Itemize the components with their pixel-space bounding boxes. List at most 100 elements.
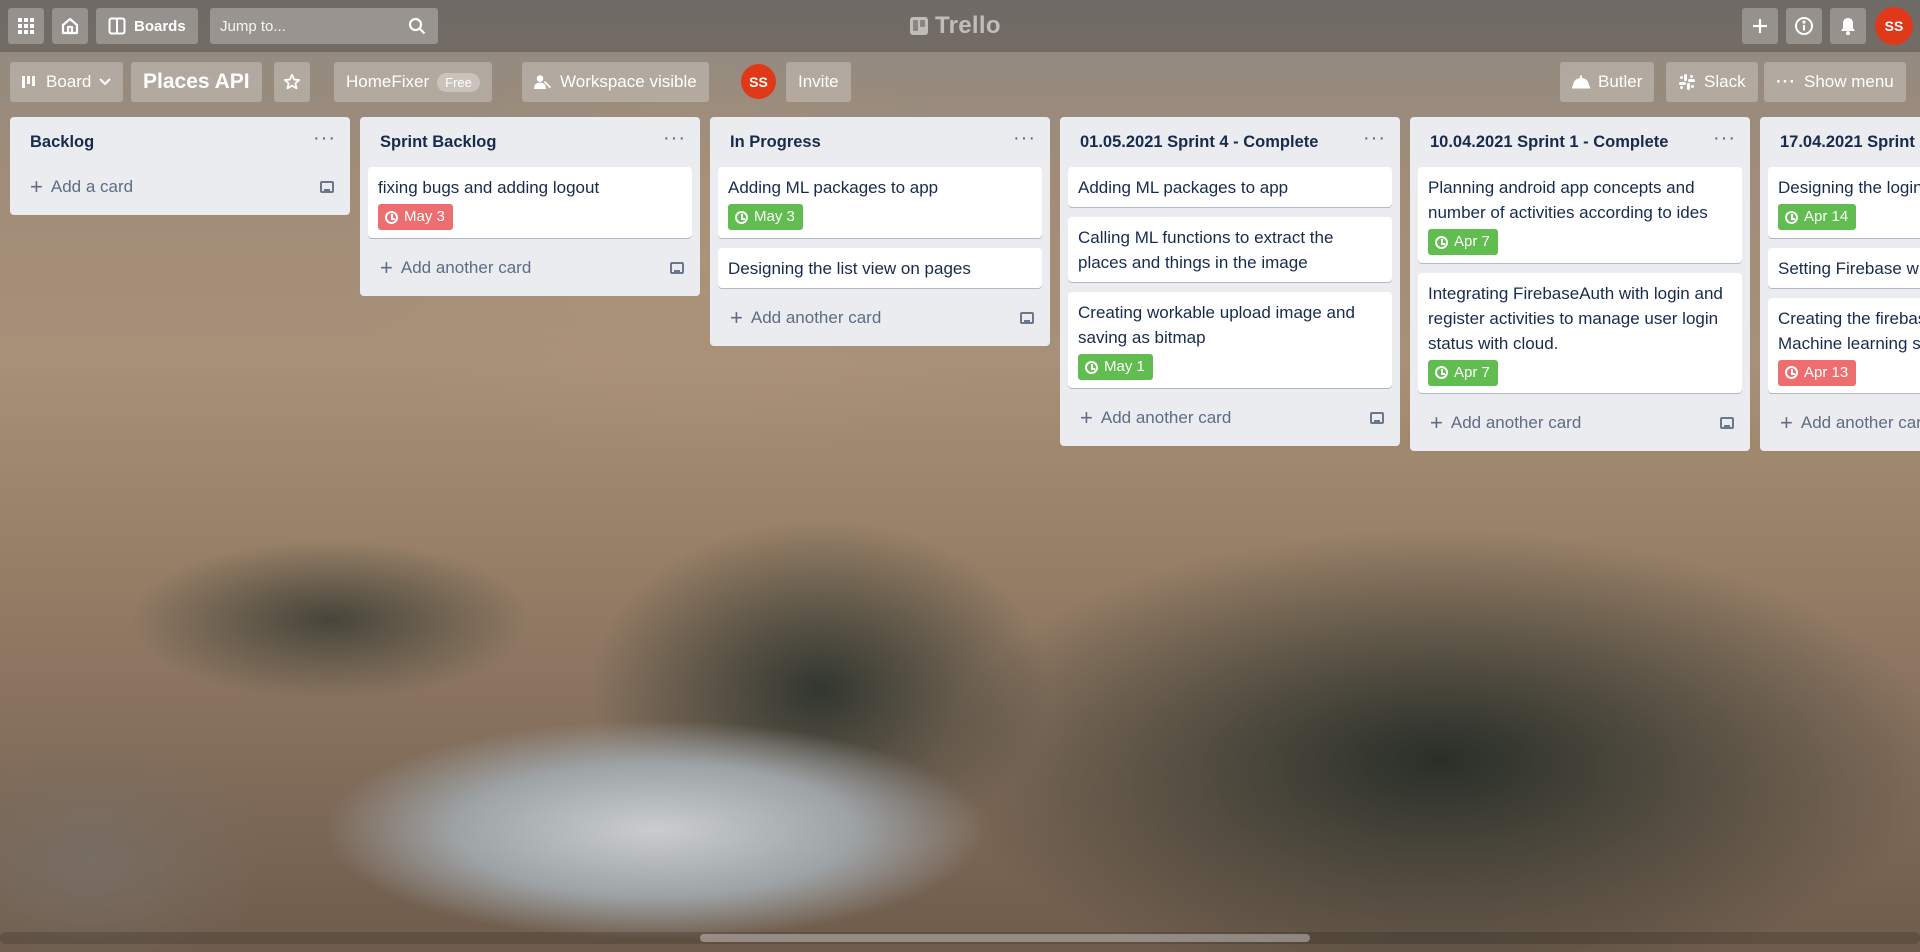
card[interactable]: Integrating FirebaseAuth with login and …: [1418, 272, 1742, 393]
butler-label: Butler: [1598, 72, 1643, 91]
plus-icon: +: [1430, 410, 1443, 435]
visibility-button[interactable]: Workspace visible: [522, 62, 709, 102]
list-menu-icon[interactable]: ···: [1013, 128, 1036, 151]
card[interactable]: fixing bugs and adding logout May 3: [368, 167, 692, 238]
add-card-button[interactable]: + Add another card: [1780, 412, 1920, 434]
card[interactable]: Setting Firebase w application: [1768, 247, 1920, 288]
list-title[interactable]: Backlog: [30, 133, 94, 152]
scrollbar-thumb[interactable]: [700, 934, 1310, 942]
list-header: 10.04.2021 Sprint 1 - Complete ···: [1418, 117, 1742, 167]
star-button[interactable]: [274, 62, 310, 102]
chevron-down-icon: [99, 78, 112, 86]
clock-icon: [735, 210, 748, 224]
card[interactable]: Creating the firebase activating the aut…: [1768, 297, 1920, 393]
due-date-label: May 3: [754, 208, 795, 225]
member-avatar[interactable]: SS: [741, 64, 776, 99]
search-box[interactable]: [210, 8, 438, 44]
home-button[interactable]: [52, 8, 88, 44]
list-sprint-2: 17.04.2021 Sprint 2 ··· Designing the lo…: [1760, 117, 1920, 451]
apps-menu-button[interactable]: [8, 8, 44, 44]
card-template-icon[interactable]: [670, 261, 684, 274]
card[interactable]: Adding ML packages to app: [1068, 167, 1392, 207]
info-button[interactable]: [1786, 8, 1822, 44]
due-date-badge[interactable]: Apr 14: [1778, 204, 1857, 230]
due-date-badge[interactable]: May 3: [378, 204, 453, 230]
slack-icon: [1679, 74, 1695, 90]
due-date-badge[interactable]: Apr 7: [1428, 229, 1498, 255]
card-template-icon[interactable]: [1370, 411, 1384, 424]
list-in-progress: In Progress ··· Adding ML packages to ap…: [710, 117, 1050, 346]
card-template-icon[interactable]: [1020, 311, 1034, 324]
card[interactable]: Adding ML packages to app May 3: [718, 167, 1042, 238]
workspace-button[interactable]: HomeFixer Free: [334, 62, 492, 102]
add-card-button[interactable]: + Add another card: [1080, 404, 1231, 430]
add-card-label: Add another card: [400, 257, 532, 277]
card-title: Creating the firebase activating the aut…: [1778, 308, 1920, 353]
card[interactable]: Creating workable upload image and savin…: [1068, 292, 1392, 388]
clock-icon: [1435, 366, 1448, 379]
list-title[interactable]: 17.04.2021 Sprint 2: [1780, 133, 1920, 152]
due-date-badge[interactable]: Apr 13: [1778, 359, 1857, 386]
card[interactable]: Calling ML functions to extract the plac…: [1068, 217, 1392, 282]
due-date-label: Apr 7: [1454, 363, 1490, 381]
board-title[interactable]: Places API: [131, 62, 262, 102]
list-menu-icon[interactable]: ···: [313, 128, 336, 151]
card[interactable]: Planning android app concepts and number…: [1418, 167, 1742, 263]
slack-button[interactable]: Slack: [1666, 62, 1758, 102]
clock-icon: [1085, 360, 1098, 374]
due-date-badge[interactable]: May 3: [728, 204, 803, 230]
card[interactable]: Designing the login Apr 14: [1768, 167, 1920, 238]
list-menu-icon[interactable]: ···: [1713, 128, 1736, 151]
search-input[interactable]: [210, 17, 410, 35]
due-date-label: Apr 13: [1804, 363, 1849, 381]
add-card-button[interactable]: + Add another card: [380, 256, 532, 278]
create-button[interactable]: [1742, 8, 1778, 44]
notifications-button[interactable]: [1830, 8, 1866, 44]
add-card-button[interactable]: + Add a card: [30, 176, 133, 198]
due-date-label: Apr 7: [1454, 233, 1490, 250]
list-sprint-4-complete: 01.05.2021 Sprint 4 - Complete ··· Addin…: [1060, 117, 1400, 446]
board-view-switcher[interactable]: Board: [10, 62, 124, 102]
board-view-label: Board: [46, 72, 92, 91]
list-title[interactable]: 01.05.2021 Sprint 4 - Complete: [1080, 133, 1318, 152]
list-title[interactable]: In Progress: [730, 133, 821, 152]
card[interactable]: Designing the list view on pages: [718, 247, 1042, 288]
list-menu-icon[interactable]: ···: [663, 128, 686, 151]
card-template-icon[interactable]: [320, 181, 334, 193]
add-card-label: Add another card: [1800, 413, 1920, 432]
boards-label: Boards: [134, 17, 186, 35]
invite-button[interactable]: Invite: [786, 62, 851, 102]
bell-icon: [1841, 18, 1855, 36]
list-title[interactable]: 10.04.2021 Sprint 1 - Complete: [1430, 133, 1668, 152]
grid-icon: [18, 18, 34, 34]
trello-logo[interactable]: Trello: [910, 12, 1001, 40]
show-menu-label: Show menu: [1803, 72, 1894, 91]
trello-logo-icon: [910, 17, 928, 35]
list-menu-icon[interactable]: ···: [1363, 128, 1386, 151]
card-title: Designing the login: [1778, 178, 1920, 197]
plus-icon: +: [730, 304, 743, 330]
workspace-name: HomeFixer: [346, 72, 430, 91]
add-card-row: + Add another card: [1068, 398, 1392, 438]
more-icon: ···: [1776, 72, 1796, 91]
user-avatar[interactable]: SS: [1875, 7, 1913, 45]
butler-button[interactable]: Butler: [1560, 62, 1655, 102]
show-menu-button[interactable]: ··· Show menu: [1764, 62, 1906, 102]
list-title[interactable]: Sprint Backlog: [380, 133, 496, 152]
plus-icon: +: [1080, 404, 1093, 430]
info-icon: [1795, 17, 1813, 35]
card-title: Designing the list view on pages: [728, 258, 971, 278]
list-header: Backlog ···: [18, 117, 342, 167]
card-title: Creating workable upload image and savin…: [1078, 303, 1355, 347]
card-template-icon[interactable]: [1720, 417, 1734, 429]
due-date-badge[interactable]: Apr 7: [1428, 359, 1498, 386]
home-icon: [61, 17, 79, 35]
add-card-button[interactable]: + Add another card: [1430, 410, 1581, 435]
people-icon: [534, 75, 551, 89]
add-card-button[interactable]: + Add another card: [730, 304, 881, 330]
workspace-plan-badge: Free: [437, 72, 480, 92]
board-horizontal-scrollbar[interactable]: [0, 932, 1920, 944]
due-date-badge[interactable]: May 1: [1078, 354, 1153, 380]
boards-button[interactable]: Boards: [96, 8, 198, 44]
slack-label: Slack: [1704, 72, 1746, 91]
